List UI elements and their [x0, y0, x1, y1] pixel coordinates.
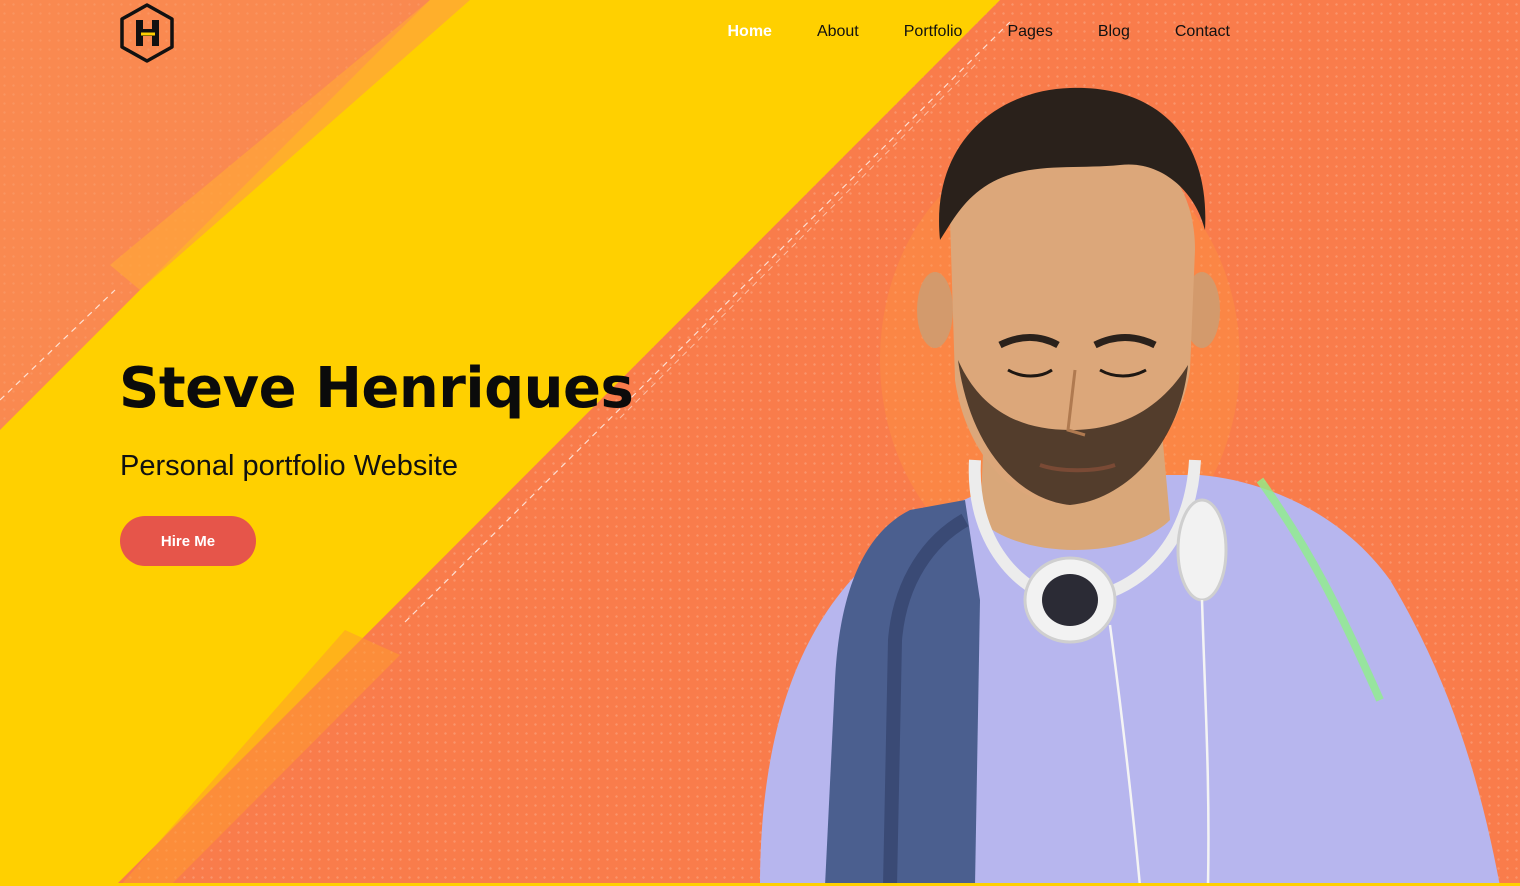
nav-item-about[interactable]: About: [817, 22, 859, 42]
nav-item-blog[interactable]: Blog: [1098, 22, 1130, 42]
nav-item-portfolio[interactable]: Portfolio: [904, 22, 963, 42]
hero-title: Steve Henriques: [119, 356, 634, 421]
nav-item-pages[interactable]: Pages: [1007, 22, 1052, 42]
hexagon-h-logo-icon[interactable]: [119, 3, 175, 63]
nav-item-contact[interactable]: Contact: [1175, 22, 1230, 42]
hero-section: Home About Portfolio Pages Blog Contact …: [0, 0, 1520, 886]
hire-me-button[interactable]: Hire Me: [120, 516, 256, 566]
hero-subtitle: Personal portfolio Website: [120, 450, 458, 482]
main-navigation: Home About Portfolio Pages Blog Contact: [682, 22, 1230, 42]
nav-item-home[interactable]: Home: [727, 22, 771, 42]
person-portrait-image: [760, 87, 1500, 886]
